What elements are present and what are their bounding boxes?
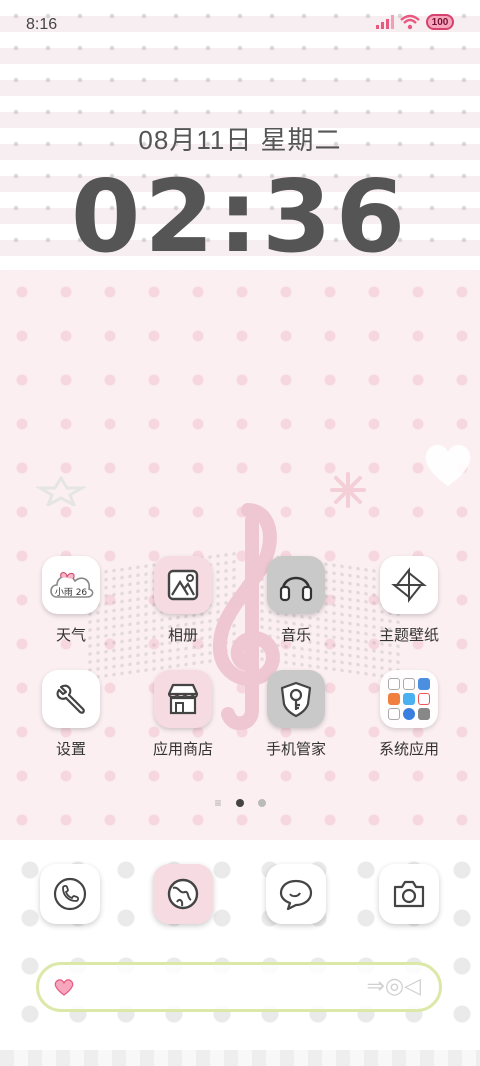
- app-label: 设置: [55, 741, 86, 758]
- app-label: 音乐: [280, 627, 311, 644]
- dock-phone[interactable]: [40, 864, 100, 924]
- search-bar[interactable]: ⇒◎◁: [36, 962, 442, 1012]
- folder-icon: [380, 670, 438, 728]
- app-label: 相册: [167, 627, 198, 644]
- status-icons: 100: [376, 14, 454, 30]
- gallery-icon: [154, 556, 212, 614]
- phone-icon: [53, 877, 87, 911]
- app-weather[interactable]: 小雨 26 天气: [16, 556, 126, 645]
- camera-icon: [393, 880, 425, 908]
- message-bubble-icon: [279, 879, 313, 911]
- dock-messages[interactable]: [266, 864, 326, 924]
- dock-browser[interactable]: [153, 864, 213, 924]
- page-dot[interactable]: [257, 799, 266, 807]
- app-music[interactable]: 音乐: [241, 556, 351, 645]
- page-indicator[interactable]: ≡: [0, 796, 480, 810]
- app-system-folder[interactable]: 系统应用: [354, 670, 464, 759]
- app-phone-manager[interactable]: 手机管家: [241, 670, 351, 759]
- key-shield-icon: [267, 670, 325, 728]
- browser-globe-icon: [167, 878, 199, 910]
- app-label: 应用商店: [152, 741, 213, 758]
- battery-level: 100: [431, 16, 449, 28]
- app-label: 手机管家: [265, 741, 326, 758]
- weather-text: 小雨 26: [55, 587, 88, 598]
- star-decoration: [36, 476, 86, 506]
- status-bar: 8:16 100: [0, 0, 480, 50]
- heart-decoration: [425, 444, 471, 486]
- app-theme[interactable]: 主题壁纸: [354, 556, 464, 645]
- store-icon: [154, 670, 212, 728]
- status-time: 8:16: [26, 16, 58, 33]
- clock-widget[interactable]: 02:36: [0, 158, 480, 275]
- app-store[interactable]: 应用商店: [128, 670, 238, 759]
- snowflake-decoration: [330, 472, 366, 508]
- wrench-icon: [42, 670, 100, 728]
- page-list-icon[interactable]: ≡: [214, 796, 221, 810]
- dock-camera[interactable]: [379, 864, 439, 924]
- wallpaper-bottom-stripe: [0, 1050, 480, 1066]
- page-dot-active[interactable]: [235, 799, 244, 807]
- battery-icon: 100: [426, 14, 454, 30]
- heart-icon: [54, 979, 74, 996]
- wifi-icon: [400, 14, 420, 30]
- theme-icon: [380, 556, 438, 614]
- app-label: 天气: [55, 627, 86, 644]
- signal-icon: [376, 15, 394, 29]
- app-settings[interactable]: 设置: [16, 670, 126, 759]
- date-display: 08月11日 星期二: [138, 125, 342, 155]
- app-gallery[interactable]: 相册: [128, 556, 238, 645]
- weather-icon: 小雨 26: [42, 556, 100, 614]
- app-label: 主题壁纸: [378, 627, 439, 644]
- headphones-icon: [267, 556, 325, 614]
- app-label: 系统应用: [378, 741, 439, 758]
- search-decoration-icon: ⇒◎◁: [366, 973, 421, 998]
